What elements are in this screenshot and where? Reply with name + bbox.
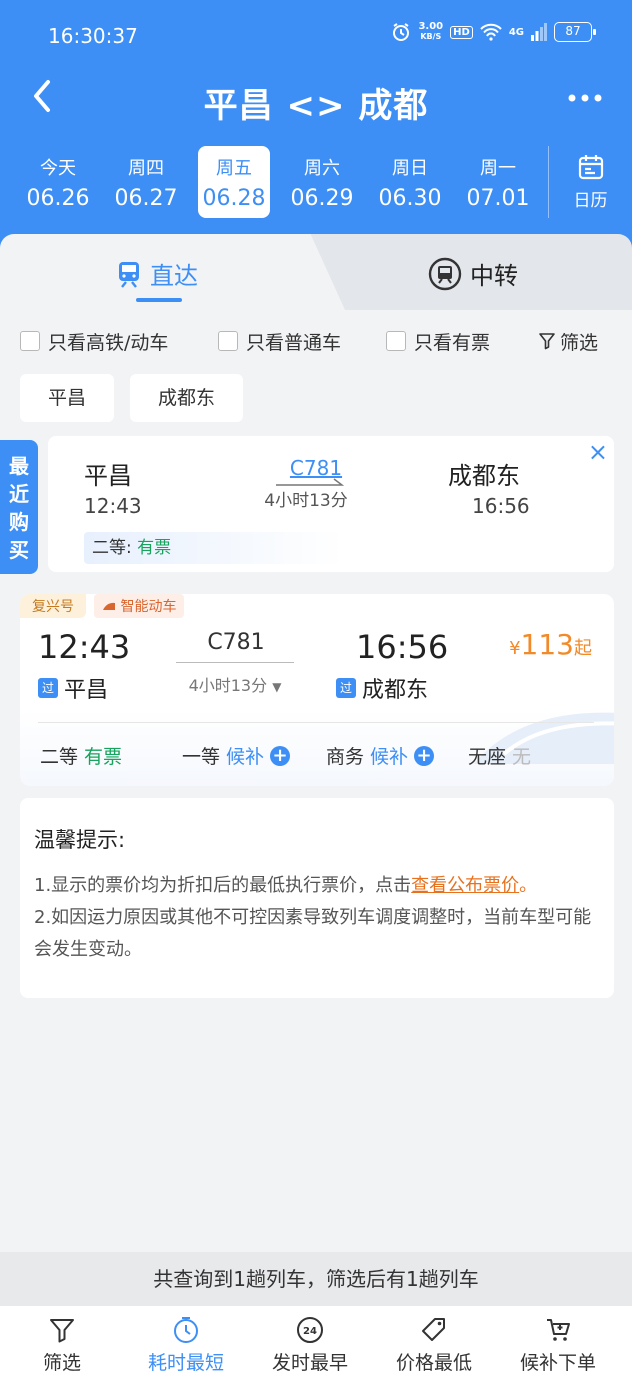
seat-second-class[interactable]: 二等 有票: [40, 742, 122, 769]
route-tabs: 中转 直达: [0, 234, 632, 310]
arrive-time: 16:56: [356, 628, 449, 666]
waitlist-order[interactable]: 候补下单: [496, 1306, 620, 1390]
result-summary: 共查询到1趟列车，筛选后有1趟列车: [0, 1252, 632, 1306]
recent-seat-info: 二等: 有票: [84, 532, 344, 564]
plus-icon[interactable]: +: [414, 745, 435, 766]
nav-bar: 平昌 <> 成都: [0, 72, 632, 128]
24h-icon: 24: [297, 1317, 323, 1343]
published-fare-link[interactable]: 查看公布票价: [411, 875, 519, 896]
train-duration[interactable]: 4小时13分 ▼: [170, 672, 300, 696]
sort-lowest-price[interactable]: 价格最低: [372, 1306, 496, 1390]
badge-smart: 智能动车: [94, 594, 185, 618]
recent-arrive-time: 16:56: [472, 494, 530, 518]
close-icon[interactable]: ×: [588, 438, 608, 466]
pass-badge: 过: [336, 678, 356, 698]
recent-depart-time: 12:43: [84, 494, 142, 518]
filter-high-speed[interactable]: 只看高铁/动车: [20, 328, 168, 355]
price-tag-icon: [422, 1318, 445, 1341]
date-item[interactable]: 周四 06.27: [102, 146, 190, 218]
tips-card: 温馨提示: 1.显示的票价均为折扣后的最低执行票价，点击查看公布票价。 2.如因…: [20, 798, 614, 998]
train-badges: 复兴号 智能动车: [20, 594, 185, 618]
filter-normal-train[interactable]: 只看普通车: [218, 328, 341, 355]
depart-station: 过 平昌: [38, 672, 108, 704]
tab-underline: [136, 298, 182, 302]
recent-purchase-card[interactable]: 平昌 12:43 C781 4小时13分 成都东 16:56 二等: 有票 ×: [48, 436, 614, 572]
arrow-right-icon: [276, 478, 344, 486]
seat-first-class[interactable]: 一等 候补 +: [182, 742, 291, 769]
signal-icon: [531, 23, 547, 41]
train-card[interactable]: 复兴号 智能动车 12:43 C781 4小时13分 ▼ 16:56 过 平昌 …: [20, 594, 614, 786]
badge-fuxing: 复兴号: [20, 594, 86, 618]
transfer-train-icon: [428, 257, 462, 290]
battery-indicator: 87: [554, 22, 596, 42]
page-title: 平昌 <> 成都: [203, 86, 429, 126]
caret-down-icon: ▼: [272, 680, 282, 694]
alarm-icon: [393, 23, 410, 41]
sort-filter[interactable]: 筛选: [0, 1306, 124, 1390]
status-bar: 16:30:37 3.00 KB/S HD 4G 87: [0, 0, 632, 72]
recent-train-number: C781: [289, 456, 343, 480]
tab-transfer[interactable]: 中转: [300, 234, 632, 310]
date-item[interactable]: 周六 06.29: [278, 146, 366, 218]
station-chip[interactable]: 成都东: [130, 374, 244, 422]
recent-purchase-tab[interactable]: 最近购买: [0, 440, 38, 574]
date-selector: 今天 06.26 周四 06.27 周五 06.28 周六 06.29 周日 06.30 …: [14, 146, 542, 218]
date-item-selected[interactable]: 周五 06.28: [198, 146, 270, 218]
recent-seat-status: 有票: [137, 538, 172, 558]
header: 16:30:37 3.00 KB/S HD 4G 87 平昌 <> 成都 今天 0…: [0, 0, 632, 250]
checkbox[interactable]: [386, 331, 406, 351]
train-number: C781: [207, 630, 265, 655]
wifi-icon: [480, 23, 502, 41]
funnel-icon: [539, 333, 555, 350]
network-speed: 3.00 KB/S: [418, 21, 444, 42]
pass-badge: 过: [38, 678, 58, 698]
hd-icon: HD: [450, 25, 473, 39]
checkbox[interactable]: [218, 331, 238, 351]
station-chip[interactable]: 平昌: [20, 374, 115, 422]
station-chips: 平昌 成都东: [20, 374, 244, 422]
status-time: 16:30:37: [48, 24, 138, 48]
seat-no-seat[interactable]: 无座 无: [468, 742, 531, 769]
tab-direct-label: 直达: [150, 262, 198, 290]
clock-icon: [174, 1317, 198, 1343]
train-line: [176, 662, 294, 663]
filter-button[interactable]: 筛选: [538, 328, 598, 355]
more-button[interactable]: [568, 84, 602, 104]
funnel-icon: [50, 1319, 74, 1343]
checkbox[interactable]: [20, 331, 40, 351]
bottom-sort-bar: 筛选 耗时最短 24 发时最早 价格最低 候补下单: [0, 1306, 632, 1390]
network-type: 4G: [508, 26, 524, 38]
calendar-icon: [578, 155, 603, 180]
status-icons: 3.00 KB/S HD 4G 87: [391, 21, 596, 42]
seat-business[interactable]: 商务 候补 +: [326, 742, 435, 769]
tips-title: 温馨提示:: [34, 828, 126, 852]
train-icon: [119, 261, 139, 288]
divider: [38, 722, 594, 723]
date-item[interactable]: 今天 06.26: [14, 146, 102, 218]
svg-text:24: 24: [303, 1326, 317, 1337]
depart-time: 12:43: [38, 628, 131, 666]
date-item[interactable]: 周日 06.30: [366, 146, 454, 218]
tab-direct[interactable]: 直达: [0, 234, 345, 310]
filter-available[interactable]: 只看有票: [386, 328, 490, 355]
tab-transfer-label: 中转: [470, 262, 518, 290]
sort-earliest-departure[interactable]: 24 发时最早: [248, 1306, 372, 1390]
recent-from-station: 平昌: [84, 462, 132, 490]
recent-to-station: 成都东: [448, 462, 520, 490]
calendar-button[interactable]: 日历: [548, 146, 632, 218]
plus-icon[interactable]: +: [270, 745, 291, 766]
arrive-station: 过 成都东: [336, 672, 428, 704]
sort-shortest-time[interactable]: 耗时最短: [124, 1306, 248, 1390]
date-item[interactable]: 周一 07.01: [454, 146, 542, 218]
waitlist-cart-icon: [547, 1319, 570, 1341]
filter-row: 只看高铁/动车 只看普通车 只看有票 筛选: [20, 326, 620, 356]
tips-body: 1.显示的票价均为折扣后的最低执行票价，点击查看公布票价。 2.如因运力原因或其…: [34, 875, 592, 960]
more-dots-icon: [568, 94, 602, 102]
smart-train-icon: [103, 602, 115, 610]
recent-duration: 4小时13分: [264, 491, 348, 511]
price: ¥113起: [509, 628, 592, 661]
